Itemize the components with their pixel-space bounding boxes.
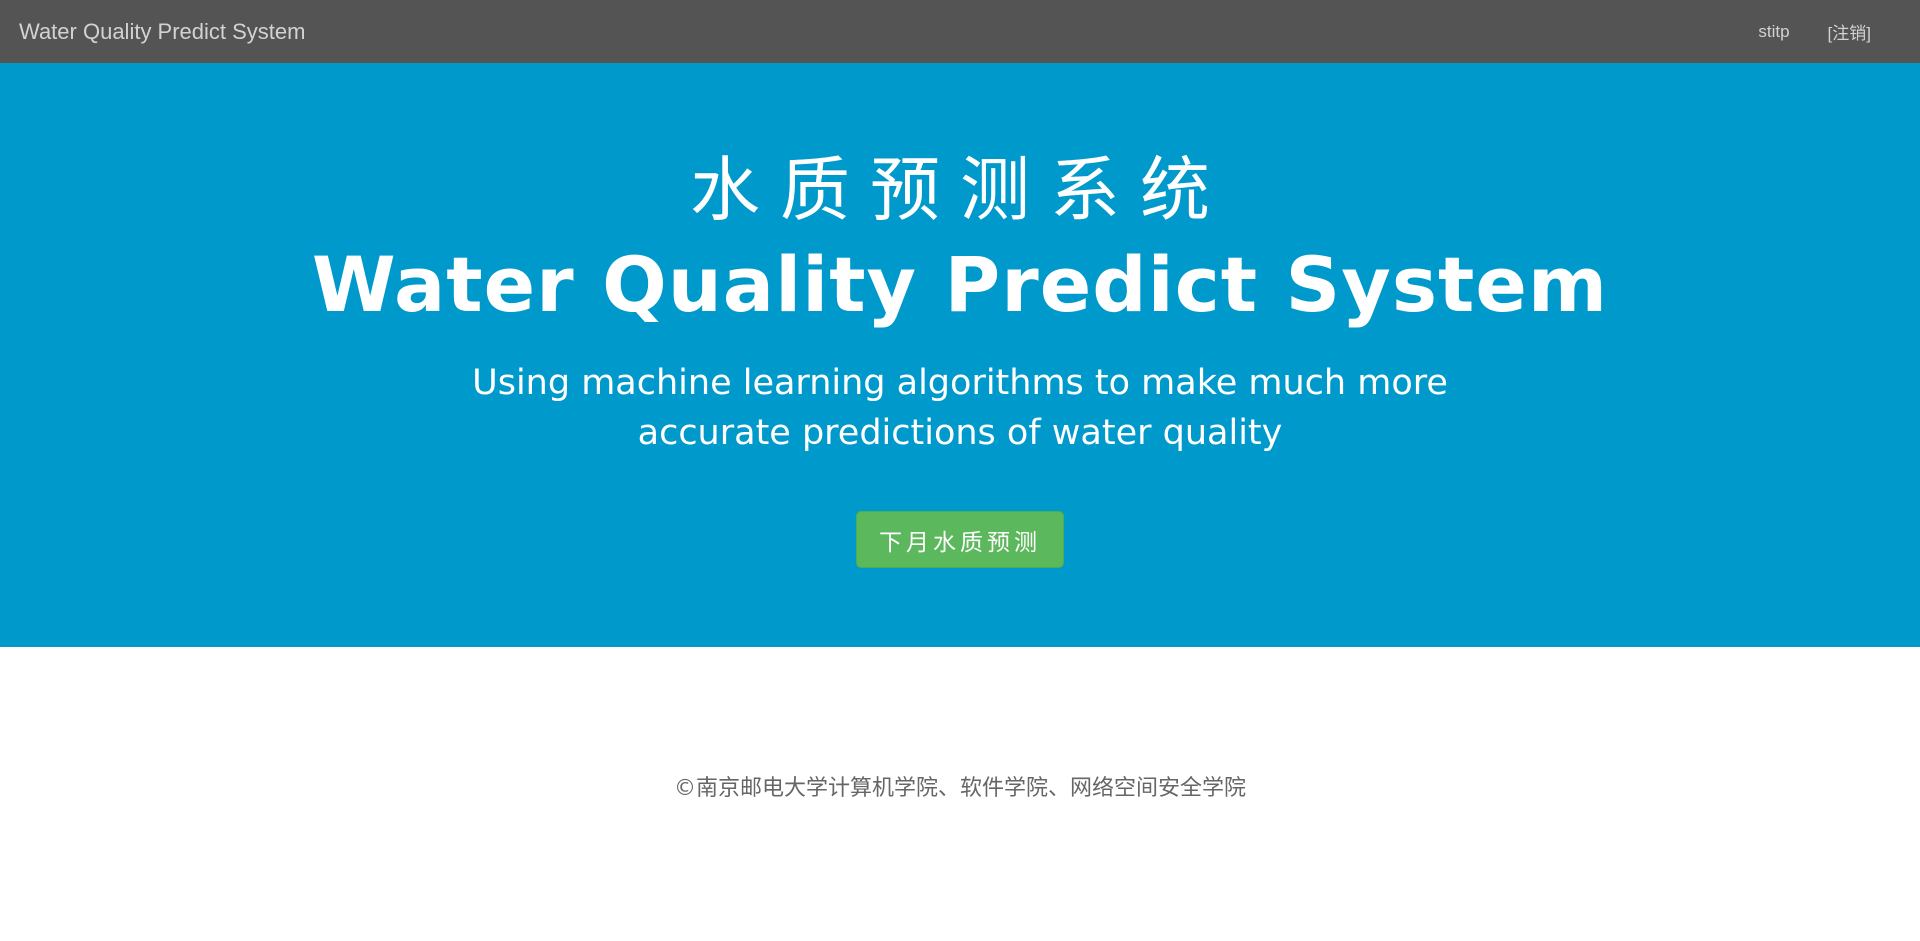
top-navbar: Water Quality Predict System stitp [注销] (0, 0, 1920, 63)
hero-title-chinese: 水质预测系统 (690, 149, 1230, 231)
hero-subtitle: Using machine learning algorithms to mak… (472, 363, 1448, 453)
logout-link[interactable]: [注销] (1828, 19, 1871, 44)
footer-copyright: ©南京邮电大学计算机学院、软件学院、网络空间安全学院 (673, 776, 1246, 801)
user-link[interactable]: stitp (1758, 22, 1789, 42)
nav-right-group: stitp [注销] (1758, 19, 1871, 44)
next-month-predict-button[interactable]: 下月水质预测 (856, 511, 1064, 568)
hero-banner: 水质预测系统 Water Quality Predict System Usin… (0, 63, 1920, 647)
brand-link[interactable]: Water Quality Predict System (19, 19, 305, 45)
hero-title-english: Water Quality Predict System (311, 240, 1609, 329)
